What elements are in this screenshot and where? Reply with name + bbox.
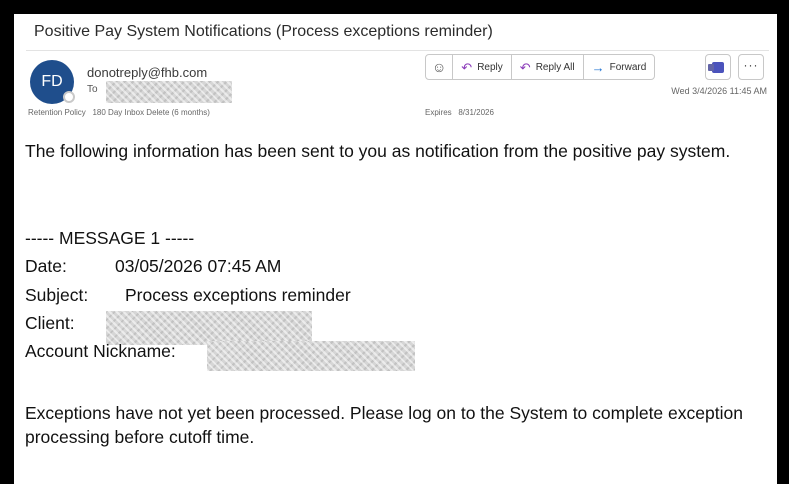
reply-button[interactable]: ↶ Reply	[453, 55, 512, 79]
reply-toolbar: ☺ ↶ Reply ↶ Reply All → Forward	[425, 54, 656, 80]
forward-arrow-icon: →	[591, 59, 605, 75]
more-actions-button[interactable]: ···	[738, 54, 764, 80]
sender-address[interactable]: donotreply@fhb.com	[87, 65, 207, 80]
subject-value: Process exceptions reminder	[125, 285, 351, 305]
retention-label: Retention Policy	[28, 108, 86, 117]
subject-row: Subject: Process exceptions reminder	[25, 284, 351, 306]
teams-icon	[708, 61, 724, 73]
expires-value: 8/31/2026	[458, 108, 494, 117]
reaction-button[interactable]: ☺	[426, 55, 454, 79]
reply-all-label: Reply All	[535, 61, 575, 73]
teams-button[interactable]	[705, 54, 731, 80]
expires-label: Expires	[425, 108, 452, 117]
header-divider	[26, 50, 769, 51]
body-closing: Exceptions have not yet been processed. …	[25, 403, 743, 447]
redacted-nickname	[207, 341, 415, 371]
reply-all-button[interactable]: ↶ Reply All	[512, 55, 584, 79]
date-row: Date: 03/05/2026 07:45 AM	[25, 255, 281, 277]
reply-all-icon: ↶	[519, 59, 531, 75]
date-label: Date:	[25, 256, 67, 276]
forward-label: Forward	[609, 61, 647, 73]
presence-indicator	[63, 91, 75, 103]
client-label: Client:	[25, 313, 75, 333]
message-header: ----- MESSAGE 1 -----	[25, 228, 195, 248]
sender-avatar[interactable]: FD	[30, 60, 75, 104]
to-label: To	[87, 84, 98, 95]
date-value: 03/05/2026 07:45 AM	[115, 256, 282, 276]
reply-label: Reply	[477, 61, 503, 73]
retention-policy: Retention Policy 180 Day Inbox Delete (6…	[28, 108, 210, 117]
nickname-row: Account Nickname:	[25, 340, 176, 362]
reply-arrow-icon: ↶	[461, 59, 473, 75]
email-subject: Positive Pay System Notifications (Proce…	[34, 23, 493, 40]
expires-info: Expires 8/31/2026	[425, 108, 494, 117]
smiley-icon: ☺	[432, 59, 447, 75]
forward-button[interactable]: → Forward	[584, 55, 655, 79]
received-date: Wed 3/4/2026 11:45 AM	[671, 86, 767, 96]
email-reading-pane: Positive Pay System Notifications (Proce…	[14, 14, 777, 484]
avatar-initials: FD	[41, 73, 63, 90]
more-dots-icon: ···	[743, 58, 759, 72]
body-intro: The following information has been sent …	[25, 141, 731, 161]
nickname-label: Account Nickname:	[25, 341, 176, 361]
redacted-recipient	[106, 81, 232, 103]
subject-label: Subject:	[25, 285, 89, 305]
client-row: Client:	[25, 312, 75, 334]
retention-value: 180 Day Inbox Delete (6 months)	[92, 108, 210, 117]
